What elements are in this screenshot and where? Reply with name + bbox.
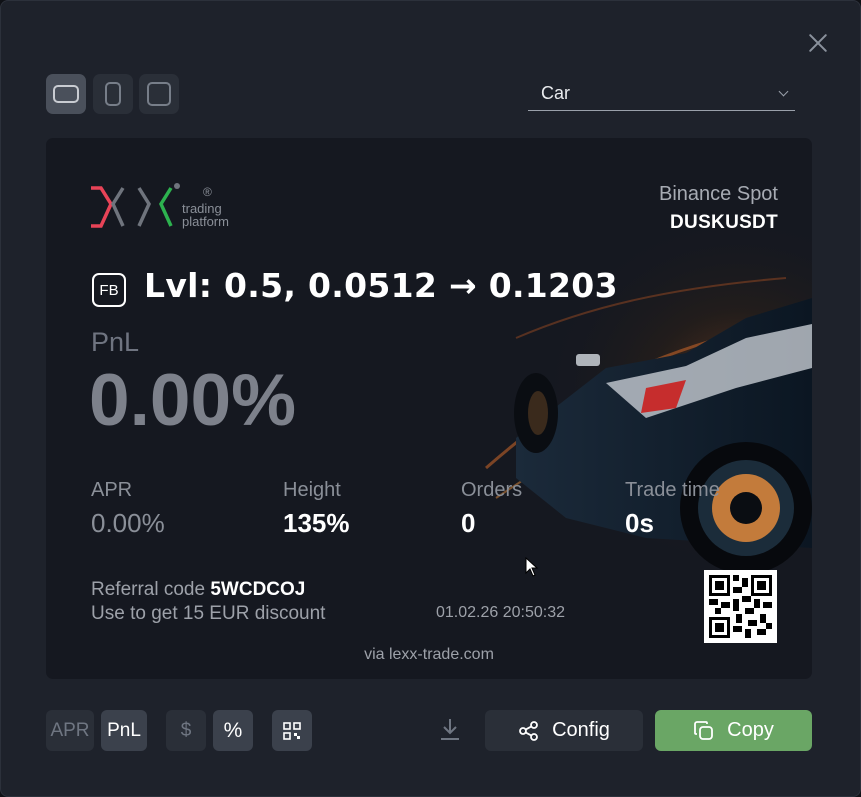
stat-value: 0	[461, 508, 476, 538]
referral-prefix: Referral code	[91, 579, 206, 600]
trading-pair: DUSKUSDT	[670, 212, 778, 233]
logo-text-line2: platform	[182, 214, 229, 229]
stat-apr: APR 0.00%	[91, 479, 165, 539]
exchange-name: Binance Spot	[659, 183, 778, 205]
theme-select[interactable]: Car	[528, 79, 795, 111]
referral-line: Referral code 5WCDCOJ	[91, 578, 325, 602]
referral-note: Use to get 15 EUR discount	[91, 603, 326, 624]
copy-label: Copy	[727, 719, 774, 741]
qr-toggle-button[interactable]	[272, 710, 312, 751]
apr-toggle[interactable]: APR	[46, 710, 94, 751]
share-dialog: Car ® trading platform Binance Spot DUSK…	[0, 0, 861, 797]
referral-code: 5WCDCOJ	[210, 579, 306, 600]
exchange-info: Binance Spot DUSKUSDT	[659, 183, 778, 234]
qr-code-icon	[283, 721, 301, 740]
pnl-label: PnL	[91, 327, 140, 357]
pnl-value: 0.00%	[89, 360, 296, 441]
mouse-cursor-icon	[525, 557, 539, 577]
copy-icon	[694, 720, 714, 740]
stat-height: Height 135%	[283, 479, 350, 539]
stat-label: APR	[91, 479, 133, 501]
stat-value: 0s	[625, 508, 654, 538]
layout-square-button[interactable]	[139, 74, 179, 114]
config-button[interactable]: Config	[485, 710, 643, 751]
square-icon	[147, 82, 171, 106]
landscape-icon	[53, 85, 79, 103]
theme-select-value: Car	[541, 83, 571, 103]
portrait-icon	[105, 82, 121, 106]
referral-block: Referral code 5WCDCOJ Use to get 15 EUR …	[91, 578, 325, 626]
percent-toggle[interactable]: %	[213, 710, 253, 751]
timestamp: 01.02.26 20:50:32	[436, 604, 566, 621]
level-text: Lvl: 0.5, 0.0512 → 0.1203	[144, 266, 618, 305]
pnl-toggle[interactable]: PnL	[101, 710, 147, 751]
layout-landscape-button[interactable]	[46, 74, 86, 114]
config-label: Config	[552, 719, 610, 741]
stat-value: 0.00%	[91, 508, 165, 538]
logo-reg-mark: ®	[203, 185, 212, 199]
stat-trade-time: Trade time 0s	[625, 479, 720, 539]
stat-orders: Orders 0	[461, 479, 522, 539]
qr-code	[704, 570, 777, 643]
share-icon	[519, 720, 538, 741]
download-icon[interactable]	[439, 717, 461, 743]
close-icon[interactable]	[805, 30, 831, 56]
via-link: via lexx-trade.com	[364, 646, 494, 663]
stat-label: Height	[283, 479, 341, 501]
stat-label: Trade time	[625, 479, 720, 501]
layout-portrait-button[interactable]	[93, 74, 133, 114]
share-card: ® trading platform Binance Spot DUSKUSDT…	[46, 138, 812, 679]
lexx-logo	[91, 183, 180, 228]
stat-value: 135%	[283, 508, 350, 538]
chevron-down-icon	[778, 86, 789, 97]
copy-button[interactable]: Copy	[655, 710, 812, 751]
stat-label: Orders	[461, 479, 523, 501]
dollar-toggle[interactable]: $	[166, 710, 206, 751]
logo-text: trading platform	[182, 202, 229, 228]
bot-type-badge: FB	[92, 273, 126, 307]
qr-code-image	[709, 575, 772, 638]
